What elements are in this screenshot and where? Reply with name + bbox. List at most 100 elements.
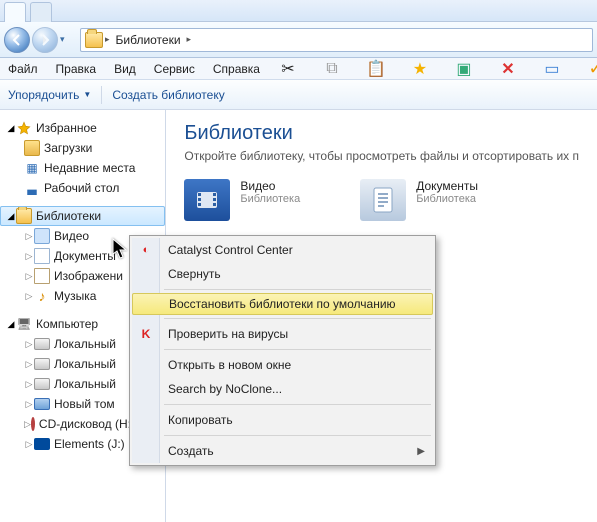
ctx-scan-virus[interactable]: K Проверить на вирусы [132, 322, 433, 346]
breadcrumb-item[interactable]: Библиотеки [116, 33, 181, 47]
monitor-icon[interactable]: ▭ [542, 59, 562, 79]
browser-tab[interactable] [30, 2, 52, 22]
libraries-icon [85, 32, 103, 48]
menu-tools[interactable]: Сервис [154, 62, 195, 76]
documents-library-icon [34, 248, 50, 264]
tree-favorites[interactable]: ◢ Избранное [0, 118, 165, 138]
separator [164, 435, 431, 436]
tree-label: Локальный [54, 337, 116, 351]
toolbar-icons: ✂ ⧉ 📋 ★ ▣ ✕ ▭ ✓ ◉ [278, 59, 597, 79]
menu-file[interactable]: Файл [8, 62, 38, 76]
ctx-restore-defaults[interactable]: Восстановить библиотеки по умолчанию [132, 293, 433, 315]
menu-edit[interactable]: Правка [56, 62, 97, 76]
tree-label: Музыка [54, 289, 96, 303]
ctx-copy[interactable]: Копировать [132, 408, 433, 432]
expand-icon[interactable]: ▷ [24, 359, 34, 370]
separator [164, 404, 431, 405]
tree-label: Документы [54, 249, 116, 263]
tree-item-downloads[interactable]: Загрузки [0, 138, 165, 158]
ctx-collapse[interactable]: Свернуть [132, 262, 433, 286]
desktop-icon: ▃ [24, 180, 40, 196]
tree-label: Elements (J:) [54, 437, 125, 451]
expand-icon[interactable]: ▷ [24, 399, 34, 410]
tree-label: Библиотеки [36, 209, 101, 223]
ctx-open-new-window[interactable]: Открыть в новом окне [132, 353, 433, 377]
paste-icon[interactable]: 📋 [366, 59, 386, 79]
address-bar[interactable]: ▸ Библиотеки ▸ [80, 28, 593, 52]
separator [164, 289, 431, 290]
forward-button[interactable] [32, 27, 58, 53]
copy-icon[interactable]: ⧉ [322, 59, 342, 79]
library-name: Документы [416, 179, 478, 193]
navigation-bar: ▾ ▸ Библиотеки ▸ [0, 22, 597, 58]
expand-icon[interactable]: ▷ [24, 271, 34, 282]
star-icon [16, 120, 32, 136]
tree-label: Недавние места [44, 161, 135, 175]
wd-drive-icon [34, 438, 50, 450]
organize-button[interactable]: Упорядочить▼ [8, 88, 91, 102]
browser-tabstrip [0, 0, 597, 22]
new-library-button[interactable]: Создать библиотеку [112, 88, 224, 102]
ctx-catalyst[interactable]: ◐ Catalyst Control Center [132, 238, 433, 262]
page-subtitle: Откройте библиотеку, чтобы просмотреть ф… [184, 149, 579, 163]
breadcrumb-sep: ▸ [105, 34, 110, 45]
library-name: Видео [240, 179, 300, 193]
history-dropdown[interactable]: ▾ [60, 34, 74, 45]
expand-icon[interactable]: ▷ [24, 251, 34, 262]
expand-icon[interactable]: ▷ [24, 419, 31, 430]
library-item-documents[interactable]: Документы Библиотека [360, 179, 478, 221]
scissors-icon[interactable]: ✂ [278, 59, 298, 79]
expand-icon[interactable]: ◢ [6, 211, 16, 222]
libraries-icon [16, 208, 32, 224]
video-big-icon [184, 179, 230, 221]
cd-drive-icon [31, 417, 35, 431]
tree-label: Новый том [54, 397, 115, 411]
separator [101, 86, 102, 104]
ctx-create[interactable]: Создать ▶ [132, 439, 433, 463]
tree-label: Изображени [54, 269, 123, 283]
breadcrumb-sep: ▸ [187, 34, 192, 45]
tag-icon[interactable]: ▣ [454, 59, 474, 79]
downloads-icon [24, 140, 40, 156]
menu-bar: Файл Правка Вид Сервис Справка ✂ ⧉ 📋 ★ ▣… [0, 58, 597, 80]
browser-tab[interactable] [4, 2, 26, 22]
expand-icon[interactable]: ▷ [24, 291, 34, 302]
expand-icon[interactable]: ◢ [6, 319, 16, 330]
menu-view[interactable]: Вид [114, 62, 136, 76]
library-kind: Библиотека [416, 193, 478, 205]
tree-label: Локальный [54, 357, 116, 371]
computer-icon: 🖥 [16, 316, 32, 332]
menu-help[interactable]: Справка [213, 62, 260, 76]
tree-label: Локальный [54, 377, 116, 391]
tree-label: Загрузки [44, 141, 92, 155]
video-library-icon [34, 228, 50, 244]
library-kind: Библиотека [240, 193, 300, 205]
pictures-library-icon [34, 268, 50, 284]
expand-icon[interactable]: ▷ [24, 231, 34, 242]
tree-libraries[interactable]: ◢ Библиотеки [0, 206, 165, 226]
ctx-noclone[interactable]: Search by NoClone... [132, 377, 433, 401]
local-disk-blue-icon [34, 398, 50, 410]
star-icon[interactable]: ★ [410, 59, 430, 79]
music-library-icon: ♪ [34, 288, 50, 304]
expand-icon[interactable]: ◢ [6, 123, 16, 134]
tree-label: Видео [54, 229, 89, 243]
documents-big-icon [360, 179, 406, 221]
recent-places-icon: ▦ [24, 160, 40, 176]
tree-item-recent[interactable]: ▦ Недавние места [0, 158, 165, 178]
expand-icon[interactable]: ▷ [24, 379, 34, 390]
ccc-icon: ◐ [138, 242, 154, 258]
local-disk-icon [34, 378, 50, 390]
check-icon[interactable]: ✓ [586, 59, 597, 79]
submenu-arrow-icon: ▶ [417, 446, 425, 457]
delete-icon[interactable]: ✕ [498, 59, 518, 79]
separator [164, 349, 431, 350]
tree-item-desktop[interactable]: ▃ Рабочий стол [0, 178, 165, 198]
tree-label: Избранное [36, 121, 97, 135]
kaspersky-icon: K [138, 326, 154, 342]
tree-label: Компьютер [36, 317, 98, 331]
expand-icon[interactable]: ▷ [24, 339, 34, 350]
back-button[interactable] [4, 27, 30, 53]
library-item-videos[interactable]: Видео Библиотека [184, 179, 300, 221]
expand-icon[interactable]: ▷ [24, 439, 34, 450]
